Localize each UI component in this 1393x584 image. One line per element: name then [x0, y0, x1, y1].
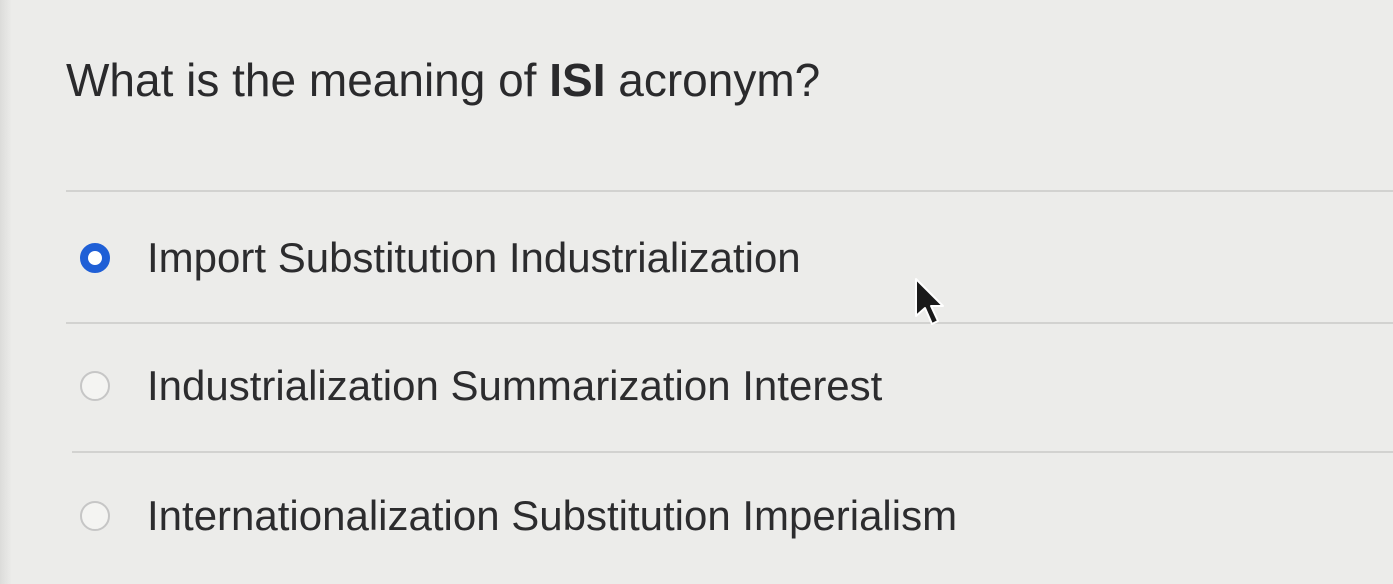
radio-button[interactable]: [80, 501, 110, 531]
question-emphasis: ISI: [549, 54, 606, 106]
answer-option-2[interactable]: Industrialization Summarization Interest: [80, 356, 882, 416]
question-prefix: What is the meaning of: [66, 54, 550, 106]
radio-button[interactable]: [80, 371, 110, 401]
question-suffix: acronym?: [605, 54, 821, 106]
radio-button-selected[interactable]: [80, 243, 110, 273]
answer-option-label: Internationalization Substitution Imperi…: [147, 492, 958, 539]
divider: [66, 322, 1393, 324]
page-edge: [0, 0, 12, 584]
divider: [66, 190, 1393, 192]
mouse-pointer-icon: [915, 278, 944, 325]
divider: [72, 451, 1393, 453]
question-text: What is the meaning of ISI acronym?: [66, 50, 820, 110]
answer-option-label: Import Substitution Industrialization: [147, 234, 801, 281]
answer-option-1[interactable]: Import Substitution Industrialization: [80, 228, 801, 288]
answer-option-label: Industrialization Summarization Interest: [147, 362, 883, 409]
answer-option-3[interactable]: Internationalization Substitution Imperi…: [80, 486, 957, 546]
